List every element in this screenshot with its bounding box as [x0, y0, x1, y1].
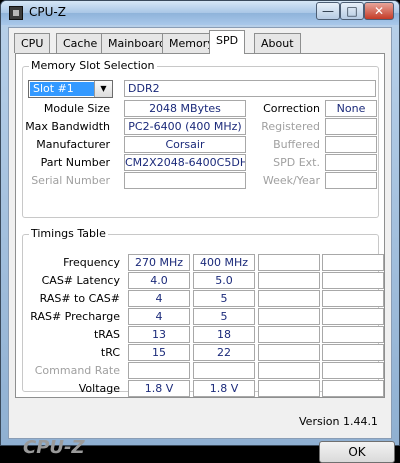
- timing-cell: [322, 272, 384, 289]
- tab-cache[interactable]: Cache: [56, 33, 105, 53]
- manufacturer-value: Corsair: [124, 136, 246, 153]
- timing-cell: 5: [193, 290, 255, 307]
- tab-cpu[interactable]: CPU: [14, 33, 51, 53]
- timing-row-label: RAS# to CAS#: [39, 292, 120, 305]
- minimize-button[interactable]: —: [316, 2, 340, 20]
- tab-spd[interactable]: SPD: [209, 30, 246, 54]
- slot-select-value: Slot #1: [30, 82, 94, 96]
- timing-row-label: CAS# Latency: [41, 274, 120, 287]
- timing-cell: [128, 362, 190, 379]
- app-window: CPU-Z — □ ✕ CPU Cache Mainboard Memory S…: [0, 0, 400, 463]
- timing-cell: [322, 254, 384, 271]
- timing-cell: [258, 254, 320, 271]
- timing-row-label: tRAS: [93, 328, 120, 341]
- correction-value: None: [325, 100, 377, 117]
- client-area: CPU Cache Mainboard Memory SPD About Mem…: [8, 27, 395, 463]
- timing-cell: [322, 362, 384, 379]
- manufacturer-label: Manufacturer: [36, 138, 110, 151]
- timing-cell: 1.8 V: [128, 380, 190, 397]
- timing-row-label: Voltage: [78, 382, 120, 395]
- serial-number-label: Serial Number: [31, 174, 110, 187]
- timing-cell: [258, 308, 320, 325]
- timing-cell: [193, 362, 255, 379]
- timing-cell: [258, 380, 320, 397]
- part-number-value: CM2X2048-6400C5DHX: [124, 154, 246, 171]
- timing-cell: 22: [193, 344, 255, 361]
- close-icon: ✕: [373, 4, 385, 18]
- correction-label: Correction: [263, 102, 320, 115]
- timing-row-label: Command Rate: [34, 364, 120, 377]
- timing-cell: [322, 308, 384, 325]
- cpuz-logo: CPU-Z: [23, 437, 85, 458]
- part-number-label: Part Number: [40, 156, 110, 169]
- module-size-value: 2048 MBytes: [124, 100, 246, 117]
- title-bar[interactable]: CPU-Z — □ ✕: [1, 1, 399, 25]
- registered-value: [325, 118, 377, 135]
- minimize-icon: —: [322, 4, 334, 18]
- chevron-down-icon[interactable]: ▼: [94, 81, 112, 97]
- slot-select[interactable]: Slot #1 ▼: [28, 80, 113, 98]
- timing-row-label: Frequency: [63, 256, 120, 269]
- timing-cell: 18: [193, 326, 255, 343]
- max-bandwidth-label: Max Bandwidth: [25, 120, 110, 133]
- week-year-value: [325, 172, 377, 189]
- cpuz-app-icon: [9, 6, 23, 20]
- buffered-label: Buffered: [273, 138, 320, 151]
- timing-cell: 5: [193, 308, 255, 325]
- timing-cell: 13: [128, 326, 190, 343]
- maximize-icon: □: [346, 4, 358, 18]
- buffered-value: [325, 136, 377, 153]
- window-title: CPU-Z: [29, 5, 66, 19]
- timing-cell: 15: [128, 344, 190, 361]
- timing-cell: [322, 380, 384, 397]
- timing-cell: 270 MHz: [128, 254, 190, 271]
- timing-cell: 5.0: [193, 272, 255, 289]
- memory-type-field: DDR2: [124, 80, 376, 97]
- tab-about[interactable]: About: [254, 33, 301, 53]
- timing-cell: 1.8 V: [193, 380, 255, 397]
- timing-cell: [322, 290, 384, 307]
- timing-row-label: RAS# Precharge: [30, 310, 120, 323]
- maximize-button[interactable]: □: [340, 2, 364, 20]
- serial-number-value: [124, 172, 246, 189]
- ok-button[interactable]: OK: [319, 441, 395, 463]
- spd-ext-label: SPD Ext.: [273, 156, 320, 169]
- version-label: Version 1.44.1: [299, 415, 378, 428]
- spd-ext-value: [325, 154, 377, 171]
- timing-cell: 4: [128, 290, 190, 307]
- week-year-label: Week/Year: [262, 174, 320, 187]
- module-size-label: Module Size: [43, 102, 110, 115]
- timing-cell: [258, 326, 320, 343]
- timings-table-title: Timings Table: [29, 227, 108, 240]
- timing-cell: [258, 290, 320, 307]
- timing-cell: [322, 344, 384, 361]
- timing-row-label: tRC: [100, 346, 120, 359]
- memory-slot-selection-title: Memory Slot Selection: [29, 59, 157, 72]
- spd-panel: Memory Slot Selection Slot #1 ▼ DDR2 Mod…: [15, 53, 385, 398]
- close-button[interactable]: ✕: [364, 2, 394, 20]
- max-bandwidth-value: PC2-6400 (400 MHz): [124, 118, 246, 135]
- timing-cell: 400 MHz: [193, 254, 255, 271]
- timing-cell: [258, 362, 320, 379]
- registered-label: Registered: [261, 120, 320, 133]
- timing-cell: [258, 272, 320, 289]
- timing-cell: 4: [128, 308, 190, 325]
- timing-cell: [258, 344, 320, 361]
- timing-cell: [322, 326, 384, 343]
- timing-cell: 4.0: [128, 272, 190, 289]
